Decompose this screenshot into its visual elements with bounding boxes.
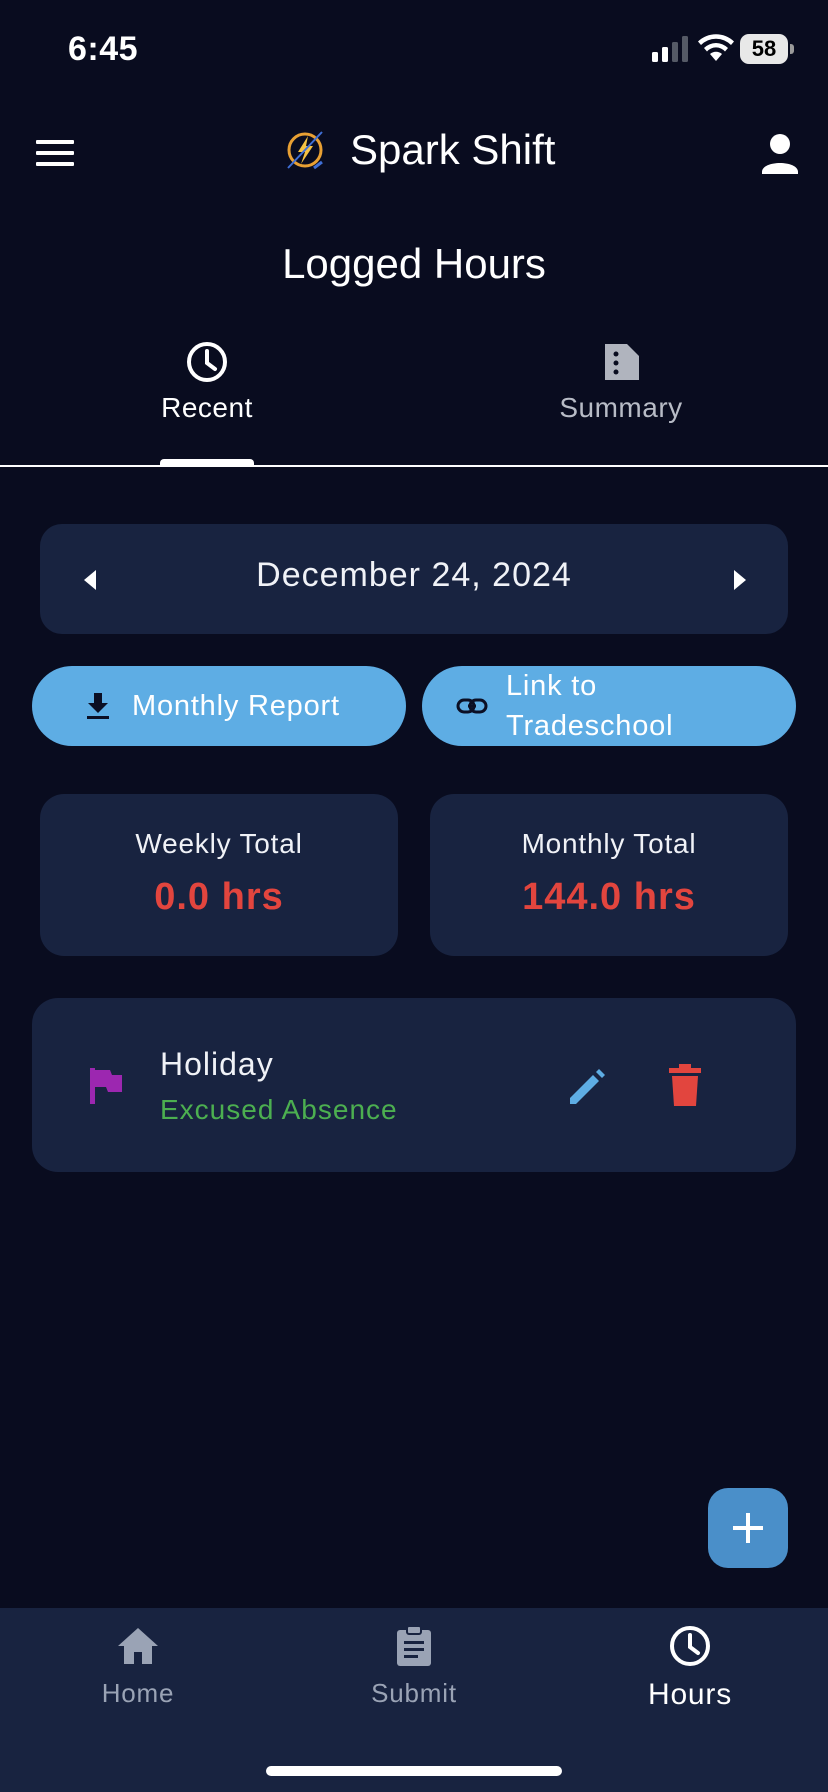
app-title: Spark Shift <box>350 126 556 173</box>
monthly-report-label: Monthly Report <box>132 690 340 722</box>
link-tradeschool-label-line1: Link to <box>506 670 598 702</box>
selected-date: December 24, 2024 <box>256 556 572 594</box>
battery-indicator: 58 <box>740 34 788 64</box>
entry-title: Holiday <box>160 1046 274 1082</box>
weekly-total-value: 0.0 hrs <box>154 876 284 918</box>
cellular-signal-icon <box>652 36 688 62</box>
page-title: Logged Hours <box>282 240 546 287</box>
entry-subtitle: Excused Absence <box>160 1094 398 1125</box>
tab-summary[interactable]: Summary <box>471 340 771 424</box>
clock-icon <box>670 1626 710 1666</box>
status-time: 6:45 <box>68 30 139 68</box>
home-indicator <box>266 1766 562 1776</box>
wifi-icon <box>698 34 734 61</box>
link-icon <box>456 698 488 714</box>
nav-submit[interactable]: Submit <box>314 1624 514 1709</box>
link-tradeschool-button[interactable]: Link to Tradeschool <box>422 666 796 746</box>
link-tradeschool-label-line2: Tradeschool <box>506 710 674 742</box>
next-date-arrow-icon[interactable] <box>726 566 752 594</box>
weekly-total-card: Weekly Total 0.0 hrs <box>40 794 398 956</box>
monthly-total-card: Monthly Total 144.0 hrs <box>430 794 788 956</box>
download-icon <box>87 693 109 719</box>
delete-trash-icon[interactable] <box>668 1064 702 1106</box>
edit-pencil-icon[interactable] <box>566 1064 610 1108</box>
battery-tip <box>790 44 794 54</box>
monthly-total-value: 144.0 hrs <box>522 876 696 918</box>
clock-icon <box>187 342 227 382</box>
nav-submit-label: Submit <box>371 1678 457 1708</box>
weekly-total-label: Weekly Total <box>135 828 303 859</box>
add-entry-button[interactable] <box>708 1488 788 1568</box>
tab-summary-label: Summary <box>559 392 683 423</box>
nav-hours[interactable]: Hours <box>590 1624 790 1712</box>
menu-icon[interactable] <box>36 138 76 168</box>
home-icon <box>118 1628 158 1664</box>
tab-recent-label: Recent <box>161 392 253 423</box>
profile-icon[interactable] <box>756 130 804 178</box>
flag-icon <box>90 1068 122 1104</box>
clipboard-icon <box>397 1625 431 1666</box>
plus-icon <box>733 1513 763 1543</box>
previous-date-arrow-icon[interactable] <box>78 566 104 594</box>
tab-recent[interactable]: Recent <box>57 340 357 424</box>
spark-logo-icon <box>287 131 323 170</box>
nav-home-label: Home <box>101 1678 175 1708</box>
tab-divider <box>0 465 828 467</box>
monthly-report-button[interactable]: Monthly Report <box>32 666 406 746</box>
nav-home[interactable]: Home <box>38 1624 238 1709</box>
document-icon <box>605 344 639 380</box>
monthly-total-label: Monthly Total <box>521 828 697 859</box>
nav-hours-label: Hours <box>647 1678 733 1711</box>
